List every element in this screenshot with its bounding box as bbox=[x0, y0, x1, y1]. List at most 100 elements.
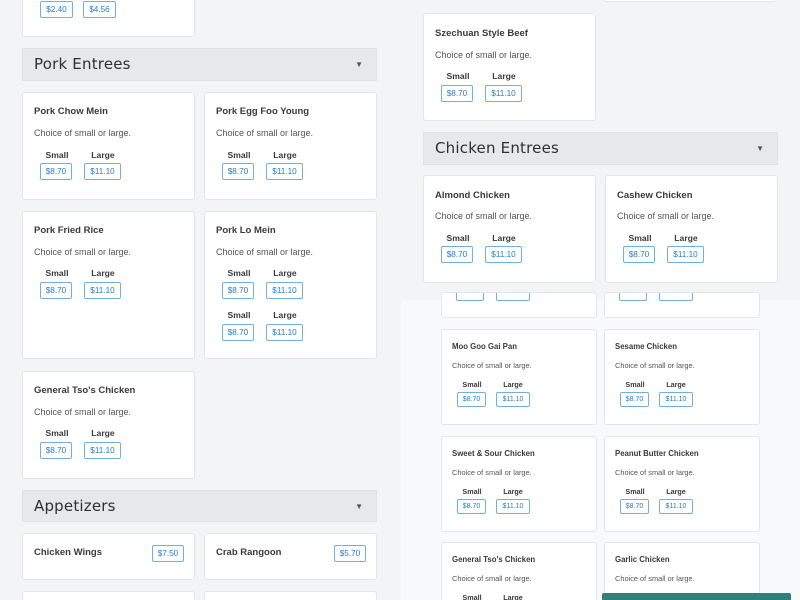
item-description: Choice of small or large. bbox=[452, 361, 532, 370]
price-small-button[interactable]: $8.70 bbox=[620, 499, 649, 514]
size-label-large: Large bbox=[273, 310, 297, 320]
price-small-button[interactable]: $8.70 bbox=[40, 282, 72, 299]
price-large-button[interactable] bbox=[659, 293, 693, 301]
section-header-chicken-entrees[interactable]: Chicken Entrees ▼ bbox=[423, 132, 778, 165]
price-large-button[interactable]: $11.10 bbox=[485, 85, 522, 102]
size-label-large: Large bbox=[273, 150, 297, 160]
menu-item-card-partial bbox=[604, 292, 760, 318]
size-label-small: Small bbox=[446, 233, 470, 243]
menu-item-pork-chow-mein[interactable]: Pork Chow Mein Choice of small or large.… bbox=[22, 92, 195, 200]
size-label-small: Small bbox=[625, 487, 645, 496]
size-label-small: Small bbox=[628, 233, 652, 243]
item-name: Chicken Wings bbox=[34, 547, 103, 558]
size-label-small: Small bbox=[227, 310, 251, 320]
price-small-button[interactable] bbox=[619, 293, 647, 301]
menu-item-card-partial: $2.40 $4.56 bbox=[22, 0, 195, 37]
price-large-button[interactable]: $11.10 bbox=[496, 392, 530, 407]
size-label-small: Small bbox=[45, 268, 69, 278]
price-large-button[interactable]: $11.10 bbox=[266, 163, 303, 180]
menu-item-general-tso-chicken[interactable]: General Tso's Chicken Choice of small or… bbox=[22, 371, 195, 479]
size-label-small: Small bbox=[446, 71, 470, 81]
menu-item-peanut-butter-chicken[interactable]: Peanut Butter Chicken Choice of small or… bbox=[604, 436, 760, 532]
item-name: Pork Lo Mein bbox=[216, 225, 276, 236]
menu-item-szechuan-beef[interactable]: Szechuan Style Beef Choice of small or l… bbox=[423, 13, 596, 121]
chevron-down-icon[interactable]: ▼ bbox=[756, 144, 764, 153]
price-option-2[interactable]: $4.56 bbox=[83, 1, 116, 18]
chevron-down-icon[interactable]: ▼ bbox=[355, 60, 363, 69]
item-description: Choice of small or large. bbox=[615, 468, 695, 477]
size-label-large: Large bbox=[91, 150, 115, 160]
item-name: Sesame Chicken bbox=[615, 342, 677, 351]
size-label-large: Large bbox=[91, 428, 115, 438]
size-label-large: Large bbox=[674, 233, 698, 243]
menu-item-sesame-chicken[interactable]: Sesame Chicken Choice of small or large.… bbox=[604, 329, 760, 425]
item-name: General Tso's Chicken bbox=[34, 385, 136, 396]
menu-item-moo-goo-gai-pan[interactable]: Moo Goo Gai Pan Choice of small or large… bbox=[441, 329, 597, 425]
price-small-button[interactable] bbox=[456, 293, 484, 301]
price-large-button[interactable]: $11.10 bbox=[667, 246, 704, 263]
overlay-menu-panel: Moo Goo Gai Pan Choice of small or large… bbox=[401, 292, 800, 600]
item-name: General Tso's Chicken bbox=[452, 555, 536, 564]
price-large-button[interactable]: $11.10 bbox=[496, 499, 530, 514]
price-large-button[interactable] bbox=[496, 293, 530, 301]
menu-item-pork-fried-rice[interactable]: Pork Fried Rice Choice of small or large… bbox=[22, 211, 195, 359]
order-cta-bar[interactable] bbox=[602, 593, 791, 600]
item-description: Choice of small or large. bbox=[216, 128, 314, 138]
menu-item-card-partial bbox=[204, 591, 377, 600]
item-description: Choice of small or large. bbox=[435, 50, 533, 60]
section-header-appetizers[interactable]: Appetizers ▼ bbox=[22, 490, 377, 522]
price-small-button[interactable]: $8.70 bbox=[620, 392, 649, 407]
price-small-button[interactable]: $8.70 bbox=[457, 392, 486, 407]
price-large-button[interactable]: $11.10 bbox=[659, 499, 693, 514]
price-large-button[interactable]: $11.10 bbox=[84, 442, 121, 459]
item-description: Choice of small or large. bbox=[435, 211, 533, 221]
price-large-button[interactable]: $11.10 bbox=[266, 324, 303, 341]
item-description: Choice of small or large. bbox=[452, 468, 532, 477]
size-label-large: Large bbox=[666, 487, 686, 496]
size-label-small: Small bbox=[45, 428, 69, 438]
price-large-button[interactable]: $11.10 bbox=[659, 392, 693, 407]
item-description: Choice of small or large. bbox=[615, 361, 695, 370]
price-large-button[interactable]: $11.10 bbox=[266, 282, 303, 299]
item-name: Almond Chicken bbox=[435, 190, 510, 201]
price-small-button[interactable]: $8.70 bbox=[222, 282, 254, 299]
menu-item-almond-chicken[interactable]: Almond Chicken Choice of small or large.… bbox=[423, 175, 596, 283]
price-small-button[interactable]: $8.70 bbox=[222, 324, 254, 341]
chevron-down-icon[interactable]: ▼ bbox=[355, 502, 363, 511]
item-description: Choice of small or large. bbox=[216, 247, 314, 257]
size-label-small: Small bbox=[227, 268, 251, 278]
menu-item-general-tso-chicken[interactable]: General Tso's Chicken Choice of small or… bbox=[441, 542, 597, 600]
price-small-button[interactable]: $8.70 bbox=[40, 442, 72, 459]
price-small-button[interactable]: $8.70 bbox=[441, 246, 473, 263]
price-button[interactable]: $7.50 bbox=[152, 545, 184, 562]
price-small-button[interactable]: $8.70 bbox=[623, 246, 655, 263]
price-large-button[interactable]: $11.10 bbox=[485, 246, 522, 263]
menu-item-garlic-chicken[interactable]: Garlic Chicken Choice of small or large. bbox=[604, 542, 760, 600]
item-name: Pork Fried Rice bbox=[34, 225, 104, 236]
size-label-large: Large bbox=[666, 380, 686, 389]
price-large-button[interactable]: $11.10 bbox=[84, 163, 121, 180]
size-label-small: Small bbox=[462, 380, 482, 389]
size-label-large: Large bbox=[91, 268, 115, 278]
menu-item-card-partial bbox=[441, 292, 597, 318]
size-label-small: Small bbox=[462, 487, 482, 496]
menu-item-crab-rangoon[interactable]: Crab Rangoon $5.70 bbox=[204, 533, 377, 580]
menu-item-pork-lo-mein[interactable]: Pork Lo Mein Choice of small or large. S… bbox=[204, 211, 377, 359]
item-description: Choice of small or large. bbox=[452, 574, 532, 583]
price-option-1[interactable]: $2.40 bbox=[40, 1, 73, 18]
section-header-pork-entrees[interactable]: Pork Entrees ▼ bbox=[22, 48, 377, 81]
section-title: Chicken Entrees bbox=[435, 139, 560, 157]
item-description: Choice of small or large. bbox=[34, 128, 132, 138]
menu-item-cashew-chicken[interactable]: Cashew Chicken Choice of small or large.… bbox=[605, 175, 778, 283]
price-small-button[interactable]: $8.70 bbox=[222, 163, 254, 180]
menu-item-chicken-wings[interactable]: Chicken Wings $7.50 bbox=[22, 533, 195, 580]
menu-item-sweet-sour-chicken[interactable]: Sweet & Sour Chicken Choice of small or … bbox=[441, 436, 597, 532]
price-small-button[interactable]: $8.70 bbox=[40, 163, 72, 180]
menu-item-pork-egg-foo-young[interactable]: Pork Egg Foo Young Choice of small or la… bbox=[204, 92, 377, 200]
price-large-button[interactable]: $11.10 bbox=[84, 282, 121, 299]
item-name: Pork Chow Mein bbox=[34, 106, 108, 117]
price-small-button[interactable]: $8.70 bbox=[441, 85, 473, 102]
size-label-large: Large bbox=[273, 268, 297, 278]
price-button[interactable]: $5.70 bbox=[334, 545, 366, 562]
price-small-button[interactable]: $8.70 bbox=[457, 499, 486, 514]
